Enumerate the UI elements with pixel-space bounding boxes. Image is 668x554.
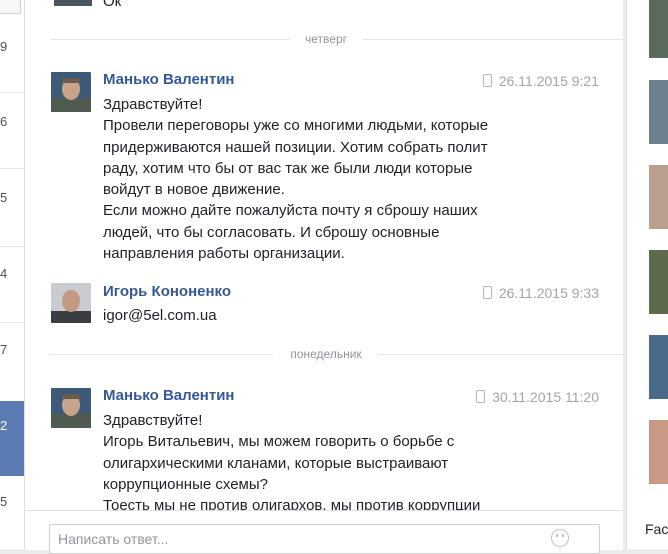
message-body: Здравствуйте! Провели переговоры уже со … <box>103 96 489 263</box>
sender-name-link[interactable]: Манько Валентин <box>103 71 234 88</box>
sender-name-link[interactable]: Игорь Кононенко <box>103 283 231 300</box>
footer-link[interactable]: Fac <box>645 521 668 537</box>
divider <box>0 92 24 93</box>
sender-name-link[interactable]: Манько Валентин <box>103 387 234 404</box>
thumbnail-image[interactable] <box>649 165 668 229</box>
mobile-icon <box>482 74 492 87</box>
right-sidebar <box>626 0 668 549</box>
message-body: Здравствуйте! Игорь Витальевич, мы можем… <box>103 412 481 515</box>
divider <box>0 246 24 247</box>
avatar[interactable] <box>51 388 91 428</box>
avatar[interactable] <box>54 0 92 6</box>
day-separator: четверг <box>50 32 623 46</box>
conversation-item-number[interactable]: 2 <box>0 418 24 433</box>
conversation-list-strip: 9 6 5 4 7 2 5 <box>0 0 25 549</box>
conversation-item-number[interactable]: 5 <box>0 190 24 205</box>
thumbnail-image[interactable] <box>649 420 668 484</box>
emoji-icon[interactable] <box>551 529 569 547</box>
day-separator-label: понедельник <box>290 347 362 361</box>
conversation-item-selected[interactable] <box>0 401 24 476</box>
message-text: Ок <box>103 0 122 10</box>
mobile-icon <box>482 286 492 299</box>
avatar[interactable] <box>51 72 91 112</box>
message-timestamp: 26.11.2015 9:21 <box>482 73 599 89</box>
message-timestamp: 30.11.2015 11:20 <box>476 389 599 405</box>
day-separator-label: четверг <box>305 32 347 46</box>
reply-input[interactable] <box>49 524 600 554</box>
divider <box>0 322 24 323</box>
message-body: igor@5el.com.ua <box>103 307 217 324</box>
conversation-item-number[interactable]: 9 <box>0 39 24 54</box>
thumbnail-image[interactable] <box>649 250 668 314</box>
message-timestamp: 26.11.2015 9:33 <box>482 285 599 301</box>
avatar[interactable] <box>51 283 91 323</box>
conversation-item-number[interactable]: 7 <box>0 342 24 357</box>
reply-bar <box>25 510 623 554</box>
divider <box>0 168 24 169</box>
thumbnail-image[interactable] <box>649 335 668 399</box>
day-separator: понедельник <box>50 347 623 361</box>
conversation-item-number[interactable]: 4 <box>0 266 24 281</box>
thumbnail-image[interactable] <box>649 0 668 58</box>
conversation-item-number[interactable]: 6 <box>0 114 24 129</box>
thumbnail-image[interactable] <box>649 80 668 144</box>
search-box[interactable] <box>0 0 21 14</box>
message-thread: Ок четверг Манько Валентин 26.11.2015 9:… <box>25 0 623 549</box>
mobile-icon <box>476 390 486 403</box>
conversation-item-number[interactable]: 5 <box>0 494 24 509</box>
